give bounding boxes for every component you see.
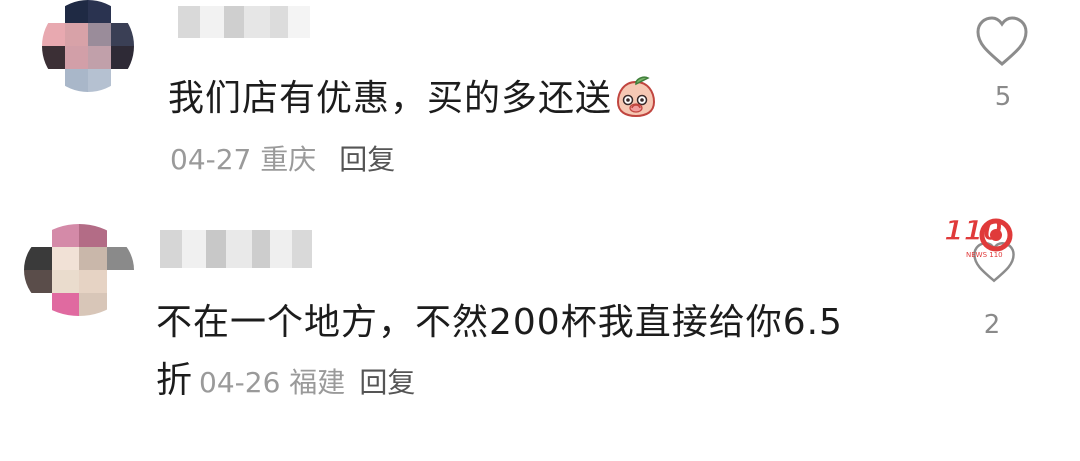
avatar-pixel [111, 23, 134, 46]
avatar-pixel [106, 270, 134, 293]
avatar-pixel [106, 293, 134, 316]
avatar-pixel [65, 0, 88, 23]
news-110-watermark-logo: 新闻110 NEWS 110 [884, 214, 1013, 259]
avatar-pixel [111, 46, 134, 69]
avatar[interactable] [24, 224, 134, 316]
comment-item: 我们店有优惠，买的多还送 04-27 重庆 回复 5 [0, 0, 1080, 200]
comment-text: 不在一个地方，不然200杯我直接给你6.5 折 04-26 福建 回复 [156, 294, 843, 412]
avatar-pixel [42, 69, 65, 92]
avatar-pixel [24, 293, 52, 316]
username-pixel [244, 6, 270, 38]
comment-meta: 04-27 重庆 回复 [170, 138, 395, 178]
avatar-pixel [79, 270, 107, 293]
comment-text-line1: 不在一个地方，不然200杯我直接给你6.5 [156, 302, 843, 343]
username-pixel [270, 6, 288, 38]
avatar-pixel [88, 46, 111, 69]
reply-button[interactable]: 回复 [339, 143, 395, 176]
heart-icon[interactable] [974, 14, 1030, 68]
like-count: 5 [994, 82, 1012, 112]
avatar-pixel [24, 247, 52, 270]
avatar-pixel [106, 224, 134, 247]
comment-meta: 04-26 福建 回复 [199, 366, 415, 399]
avatar-pixel [111, 69, 134, 92]
username-blurred[interactable] [178, 6, 310, 38]
avatar-pixel [88, 0, 111, 23]
username-pixel [160, 230, 182, 268]
avatar-pixel [51, 224, 79, 247]
username-pixel [270, 230, 292, 268]
comment-date: 04-27 [170, 143, 252, 176]
comment-location: 福建 [289, 366, 346, 399]
comment-text-content: 我们店有优惠，买的多还送 [168, 78, 613, 119]
reply-button[interactable]: 回复 [359, 366, 415, 399]
avatar-pixel [79, 293, 107, 316]
peach-face-emoji-icon [617, 76, 656, 118]
avatar-pixel [79, 247, 107, 270]
watermark-text: 新闻110 [884, 214, 1005, 247]
avatar-pixel [51, 293, 79, 316]
username-pixel [206, 230, 226, 268]
comment-text-line2: 折 [156, 360, 194, 401]
avatar-pixel [42, 46, 65, 69]
avatar[interactable] [42, 0, 134, 92]
username-pixel [288, 6, 310, 38]
avatar-pixel [88, 23, 111, 46]
comment-date: 04-26 [199, 366, 281, 399]
avatar-pixel [51, 270, 79, 293]
avatar-pixel [42, 23, 65, 46]
avatar-pixel [106, 247, 134, 270]
avatar-pixel [42, 0, 65, 23]
avatar-pixel [51, 247, 79, 270]
username-blurred[interactable] [160, 230, 312, 268]
avatar-pixel [65, 69, 88, 92]
like-count: 2 [983, 310, 1001, 340]
username-pixel [226, 230, 252, 268]
username-pixel [182, 230, 206, 268]
avatar-pixel [24, 224, 52, 247]
comment-text: 我们店有优惠，买的多还送 [168, 72, 658, 126]
watermark-subtext: NEWS 110 [966, 251, 1003, 259]
username-pixel [224, 6, 244, 38]
comment-location: 重庆 [260, 143, 317, 176]
avatar-pixel [88, 69, 111, 92]
username-pixel [200, 6, 224, 38]
avatar-pixel [65, 46, 88, 69]
username-pixel [252, 230, 270, 268]
username-pixel [178, 6, 200, 38]
avatar-pixel [111, 0, 134, 23]
avatar-pixel [79, 224, 107, 247]
avatar-pixel [24, 270, 52, 293]
avatar-pixel [65, 23, 88, 46]
username-pixel [292, 230, 312, 268]
